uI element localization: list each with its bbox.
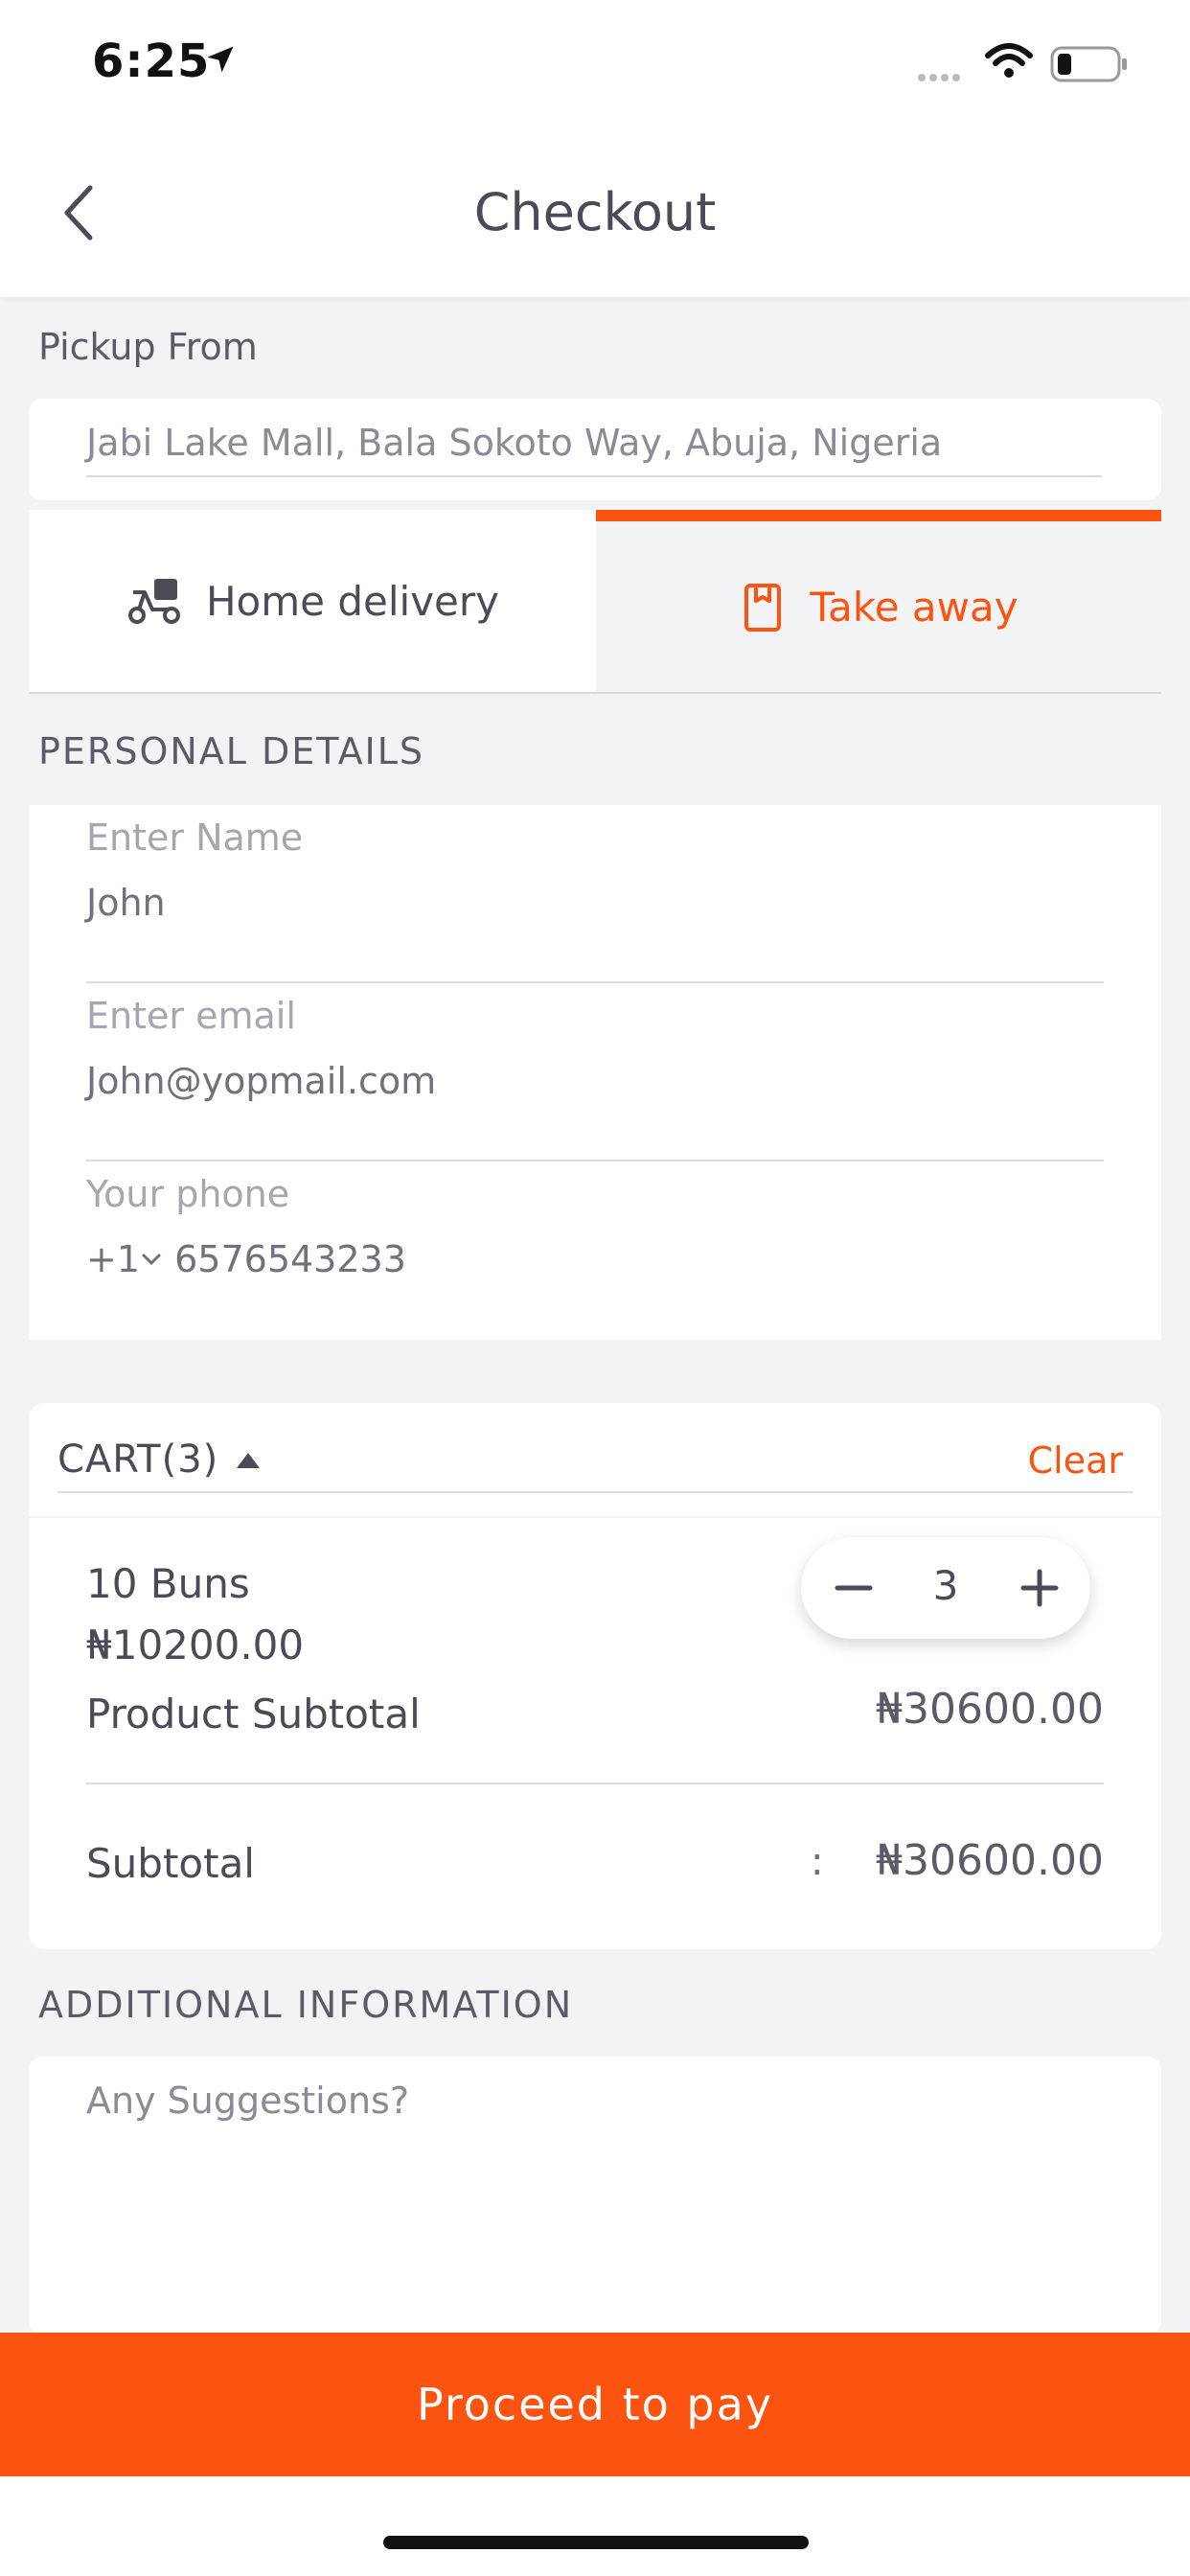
cart-body: 10 Buns ₦10200.00 Product Subtotal ₦3060… (29, 1518, 1161, 1949)
divider (86, 1782, 1104, 1784)
bottom-safe-area (0, 2476, 1190, 2576)
email-value[interactable]: John@yopmail.com (86, 1060, 436, 1102)
pickup-card: Jabi Lake Mall, Bala Sokoto Way, Abuja, … (29, 399, 1161, 500)
name-value[interactable]: John (86, 882, 166, 924)
subtotal-separator: : (811, 1840, 824, 1884)
battery-icon (1050, 46, 1127, 82)
personal-details-label: PERSONAL DETAILS (38, 730, 425, 772)
cart-header[interactable]: CART(3) Clear (29, 1403, 1161, 1516)
cart-title: CART(3) (57, 1438, 219, 1482)
tab-take-away[interactable]: Take away (596, 510, 1161, 692)
wifi-icon (985, 43, 1033, 78)
plus-icon[interactable] (1016, 1564, 1064, 1612)
name-placeholder: Enter Name (86, 816, 304, 859)
phone-field[interactable]: Your phone +1 6576543233 (86, 1162, 1104, 1340)
bag-icon (744, 584, 782, 632)
quantity-stepper: 3 (801, 1537, 1090, 1639)
pickup-label: Pickup From (38, 326, 258, 368)
product-subtotal-label: Product Subtotal (86, 1690, 421, 1737)
email-field[interactable]: Enter email John@yopmail.com (86, 983, 1104, 1162)
proceed-to-pay-button[interactable]: Proceed to pay (0, 2333, 1190, 2476)
page-title: Checkout (473, 182, 717, 242)
product-subtotal-value: ₦30600.00 (876, 1685, 1104, 1734)
item-name: 10 Buns (86, 1560, 250, 1607)
item-price: ₦10200.00 (86, 1622, 305, 1668)
tab-home-delivery[interactable]: Home delivery (29, 510, 596, 692)
additional-info-label: ADDITIONAL INFORMATION (38, 1984, 574, 2026)
subtotal-value: ₦30600.00 (876, 1836, 1104, 1885)
scooter-icon (127, 579, 180, 624)
location-arrow-icon (207, 46, 234, 73)
delivery-tabs: Home delivery Take away (29, 510, 1161, 694)
status-time: 6:25 (92, 34, 211, 88)
pickup-address-field[interactable]: Jabi Lake Mall, Bala Sokoto Way, Abuja, … (86, 422, 1102, 477)
suggestions-textarea[interactable]: Any Suggestions? (29, 2057, 1161, 2334)
country-code-select[interactable]: +1 (86, 1238, 163, 1280)
home-indicator (383, 2536, 809, 2549)
clear-cart-button[interactable]: Clear (1028, 1439, 1123, 1482)
country-code: +1 (86, 1238, 141, 1280)
name-field[interactable]: Enter Name John (86, 805, 1104, 983)
suggestions-placeholder: Any Suggestions? (86, 2080, 410, 2122)
subtotal-label: Subtotal (86, 1840, 255, 1887)
caret-up-icon[interactable] (234, 1445, 263, 1474)
phone-placeholder: Your phone (86, 1173, 290, 1215)
phone-number[interactable]: 6576543233 (174, 1238, 406, 1280)
phone-value-row: +1 6576543233 (86, 1238, 406, 1280)
cellular-signal-icon (918, 67, 964, 85)
divider (57, 1491, 1133, 1493)
chevron-down-icon (142, 1254, 161, 1266)
tab-take-away-label: Take away (810, 583, 1018, 631)
tab-home-delivery-label: Home delivery (205, 577, 500, 625)
personal-details-card: Enter Name John Enter email John@yopmail… (29, 805, 1161, 1340)
email-placeholder: Enter email (86, 995, 296, 1037)
